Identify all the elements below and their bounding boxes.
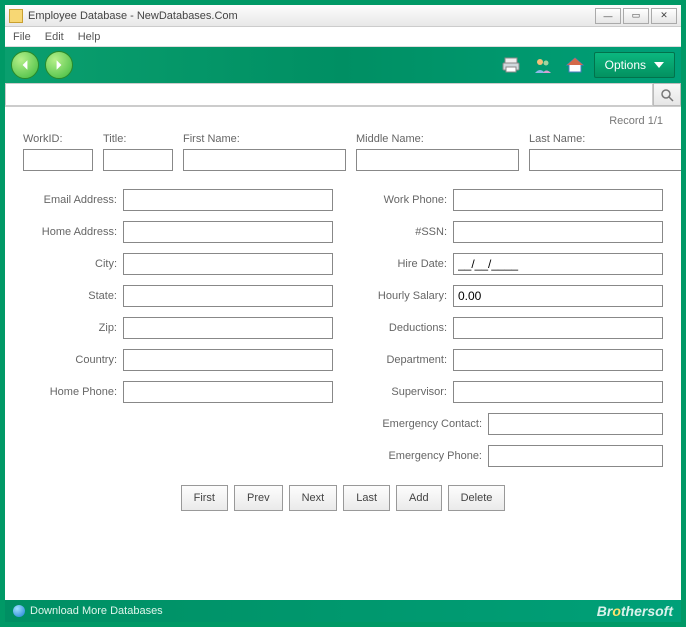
options-button[interactable]: Options [594, 52, 675, 78]
search-input[interactable] [5, 83, 653, 106]
home-icon[interactable] [562, 52, 588, 78]
input-hourly[interactable] [453, 285, 663, 307]
label-country: Country: [23, 354, 123, 366]
label-department: Department: [353, 354, 453, 366]
chevron-down-icon [654, 62, 664, 68]
input-homephone[interactable] [123, 381, 333, 403]
right-column: Work Phone: #SSN: Hire Date: Hourly Sala… [353, 189, 663, 467]
label-email: Email Address: [23, 194, 123, 206]
label-title: Title: [103, 133, 173, 145]
input-ssn[interactable] [453, 221, 663, 243]
label-supervisor: Supervisor: [353, 386, 453, 398]
record-counter: Record 1/1 [23, 115, 663, 127]
label-state: State: [23, 290, 123, 302]
input-hiredate[interactable] [453, 253, 663, 275]
label-zip: Zip: [23, 322, 123, 334]
label-city: City: [23, 258, 123, 270]
label-workphone: Work Phone: [353, 194, 453, 206]
input-city[interactable] [123, 253, 333, 275]
input-homeaddr[interactable] [123, 221, 333, 243]
options-label: Options [605, 58, 646, 72]
input-lastname[interactable] [529, 149, 681, 171]
label-middlename: Middle Name: [356, 133, 519, 145]
close-button[interactable]: ✕ [651, 8, 677, 24]
details-columns: Email Address: Home Address: City: State… [23, 189, 663, 467]
footer: Download More Databases Brothersoft [5, 600, 681, 622]
label-deductions: Deductions: [353, 322, 453, 334]
form-content: Record 1/1 WorkID: Title: First Name: Mi… [5, 107, 681, 600]
input-email[interactable] [123, 189, 333, 211]
input-zip[interactable] [123, 317, 333, 339]
label-emphone: Emergency Phone: [353, 450, 488, 462]
input-firstname[interactable] [183, 149, 346, 171]
prev-button[interactable]: Prev [234, 485, 283, 511]
app-icon [9, 9, 23, 23]
menu-file[interactable]: File [13, 31, 31, 43]
input-emphone[interactable] [488, 445, 663, 467]
titlebar: Employee Database - NewDatabases.Com — ▭… [5, 5, 681, 27]
download-icon [13, 605, 25, 617]
window-title: Employee Database - NewDatabases.Com [28, 10, 595, 22]
download-label: Download More Databases [30, 605, 163, 617]
label-hourly: Hourly Salary: [353, 290, 453, 302]
label-lastname: Last Name: [529, 133, 681, 145]
input-country[interactable] [123, 349, 333, 371]
users-icon[interactable] [530, 52, 556, 78]
menubar: File Edit Help [5, 27, 681, 47]
menu-help[interactable]: Help [78, 31, 101, 43]
input-state[interactable] [123, 285, 333, 307]
label-workid: WorkID: [23, 133, 93, 145]
last-button[interactable]: Last [343, 485, 390, 511]
label-homeaddr: Home Address: [23, 226, 123, 238]
input-workid[interactable] [23, 149, 93, 171]
label-homephone: Home Phone: [23, 386, 123, 398]
label-hiredate: Hire Date: [353, 258, 453, 270]
app-window: Employee Database - NewDatabases.Com — ▭… [0, 0, 686, 627]
first-button[interactable]: First [181, 485, 228, 511]
search-button[interactable] [653, 83, 681, 106]
download-link[interactable]: Download More Databases [13, 605, 163, 617]
nav-back-button[interactable] [11, 51, 39, 79]
label-emcontact: Emergency Contact: [353, 418, 488, 430]
next-button[interactable]: Next [289, 485, 338, 511]
input-workphone[interactable] [453, 189, 663, 211]
window-controls: — ▭ ✕ [595, 8, 677, 24]
printer-icon[interactable] [498, 52, 524, 78]
menu-edit[interactable]: Edit [45, 31, 64, 43]
record-nav: First Prev Next Last Add Delete [23, 485, 663, 511]
add-button[interactable]: Add [396, 485, 442, 511]
searchbar [5, 83, 681, 107]
input-supervisor[interactable] [453, 381, 663, 403]
label-ssn: #SSN: [353, 226, 453, 238]
delete-button[interactable]: Delete [448, 485, 506, 511]
nav-forward-button[interactable] [45, 51, 73, 79]
left-column: Email Address: Home Address: City: State… [23, 189, 333, 467]
input-emcontact[interactable] [488, 413, 663, 435]
input-department[interactable] [453, 349, 663, 371]
maximize-button[interactable]: ▭ [623, 8, 649, 24]
search-icon [660, 88, 674, 102]
brand-logo: Brothersoft [597, 603, 673, 619]
input-deductions[interactable] [453, 317, 663, 339]
input-middlename[interactable] [356, 149, 519, 171]
label-firstname: First Name: [183, 133, 346, 145]
name-row: WorkID: Title: First Name: Middle Name: … [23, 133, 663, 171]
input-title[interactable] [103, 149, 173, 171]
minimize-button[interactable]: — [595, 8, 621, 24]
toolbar: Options [5, 47, 681, 83]
